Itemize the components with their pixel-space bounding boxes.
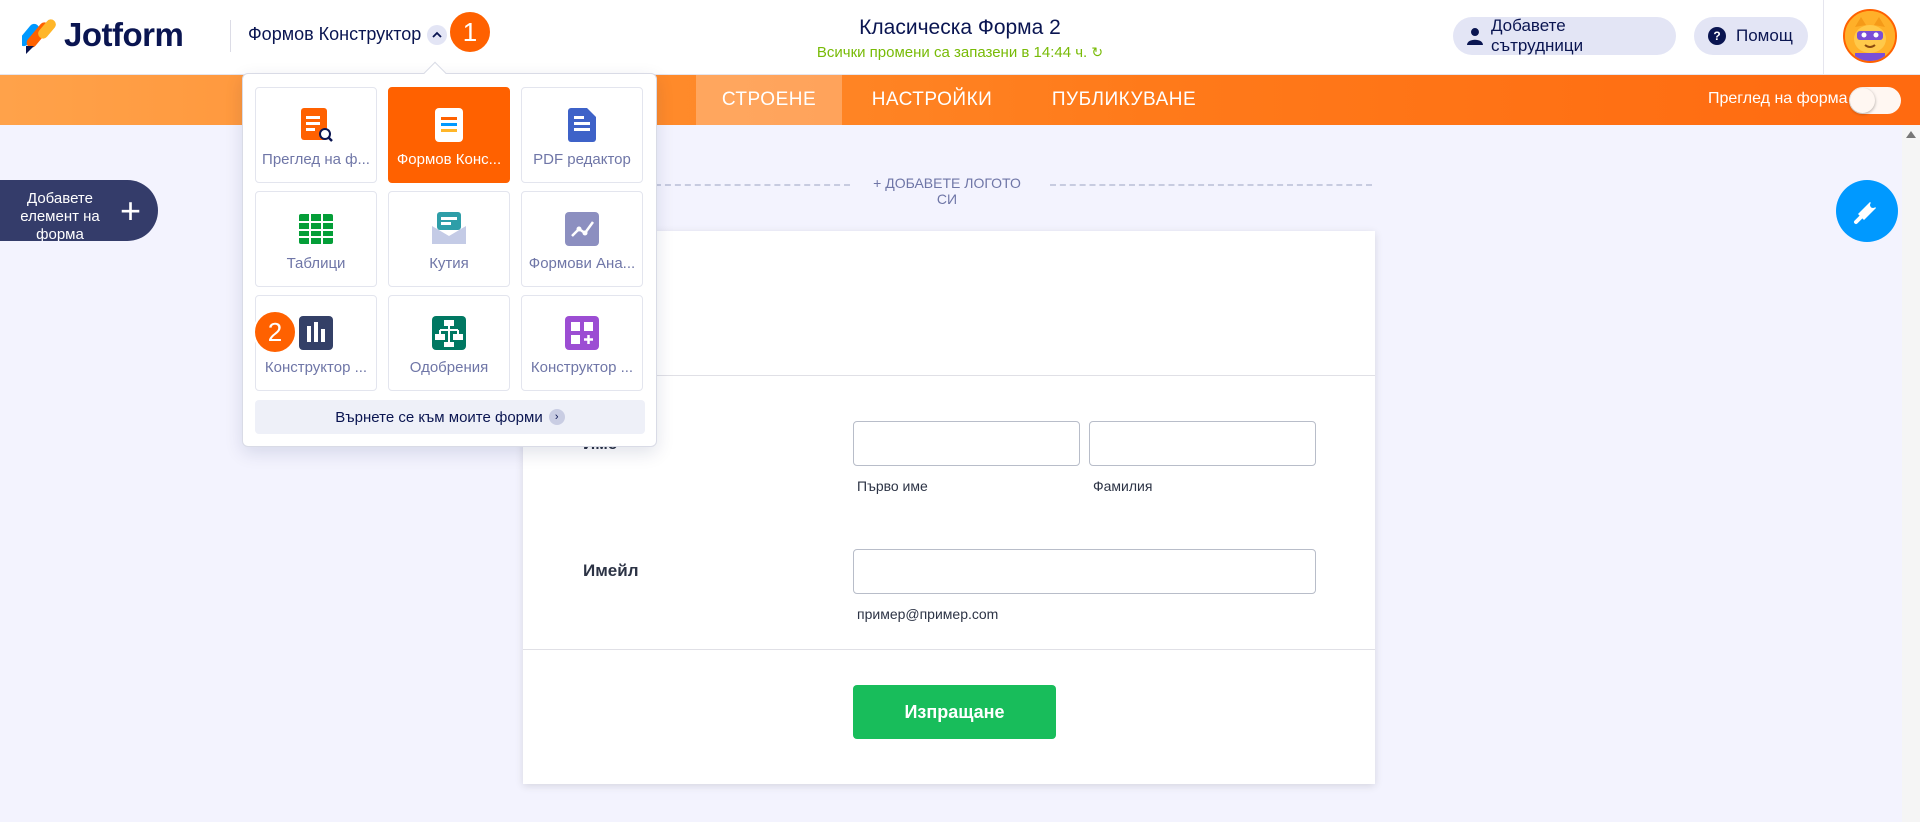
tile-form-builder[interactable]: Формов Конс... <box>388 87 510 183</box>
preview-form-toggle[interactable] <box>1849 87 1901 114</box>
plus-icon: + <box>120 189 142 231</box>
scroll-up-icon[interactable] <box>1906 131 1916 138</box>
tile-label: Конструктор ... <box>530 359 634 376</box>
builder-switcher-button[interactable]: Формов Конструктор <box>248 24 448 45</box>
user-icon <box>1467 28 1483 45</box>
first-name-sublabel: Първо име <box>857 478 928 494</box>
cat-avatar-icon <box>1845 11 1895 61</box>
header-divider <box>230 20 231 52</box>
tab-build[interactable]: СТРОЕНЕ <box>696 75 842 125</box>
tile-label: PDF редактор <box>533 151 631 168</box>
last-name-sublabel: Фамилия <box>1093 478 1153 494</box>
form-builder-icon <box>432 108 466 142</box>
email-input[interactable] <box>853 549 1316 594</box>
email-sublabel: пример@пример.com <box>857 606 999 622</box>
tile-label: Таблици <box>286 255 346 272</box>
add-collaborators-label: Добавете сътрудници <box>1490 16 1584 55</box>
inbox-icon <box>432 212 466 246</box>
app-builder-icon <box>565 316 599 350</box>
form-title-area: Класическа Форма 2 Всички промени са зап… <box>760 16 1160 61</box>
email-label: Имейл <box>583 561 639 580</box>
analytics-icon <box>565 212 599 246</box>
tab-publish[interactable]: ПУБЛИКУВАНЕ <box>1040 75 1208 125</box>
add-form-element-label: Добавете елемент на форма <box>20 189 100 242</box>
form-title[interactable]: Класическа Форма 2 <box>760 16 1160 40</box>
last-name-input[interactable] <box>1089 421 1316 466</box>
builder-switcher-label: Формов Конструктор <box>248 24 422 44</box>
tile-label: Конструктор ... <box>264 359 368 376</box>
add-logo-button[interactable]: + ДОБАВЕТЕ ЛОГОТО СИ <box>862 175 1032 207</box>
back-to-my-forms-label: Върнете се към моите форми <box>335 408 543 426</box>
preview-form-label: Преглед на форма <box>1708 90 1848 107</box>
tab-settings[interactable]: НАСТРОЙКИ <box>856 75 1008 125</box>
approvals-icon <box>432 316 466 350</box>
tile-tables[interactable]: Таблици <box>255 191 377 287</box>
save-status: Всички промени са запазени в 14:44 ч. ↻ <box>760 44 1160 61</box>
tile-label: Одобрения <box>409 359 489 376</box>
jotform-logo[interactable]: Jotform <box>22 16 184 54</box>
add-collaborators-button[interactable]: Добавете сътрудници <box>1453 16 1676 55</box>
paint-roller-icon <box>1854 202 1876 224</box>
help-icon: ? <box>1708 27 1726 45</box>
tile-approvals[interactable]: Одобрения <box>388 295 510 391</box>
tables-icon <box>299 212 333 246</box>
tile-label: Кутия <box>429 255 469 272</box>
toggle-knob <box>1850 88 1875 113</box>
pdf-editor-icon <box>565 108 599 142</box>
add-form-element-button[interactable]: Добавете елемент на форма + <box>0 180 158 241</box>
logo-dashed-line-right <box>1050 184 1372 186</box>
refresh-icon: ↻ <box>1091 44 1104 60</box>
tile-form-preview[interactable]: Преглед на ф... <box>255 87 377 183</box>
save-status-text: Всички промени са запазени в 14:44 ч. <box>816 44 1088 61</box>
form-designer-button[interactable] <box>1836 180 1898 242</box>
tile-label: Формови Ана... <box>528 255 636 272</box>
tile-pdf-editor[interactable]: PDF редактор <box>521 87 643 183</box>
back-to-my-forms-button[interactable]: Върнете се към моите форми › <box>255 400 645 434</box>
submit-divider <box>523 649 1375 650</box>
logo-dashed-line-left <box>655 184 850 186</box>
chevron-up-icon <box>427 24 448 45</box>
help-button[interactable]: ? Помощ <box>1694 17 1808 55</box>
avatar[interactable] <box>1843 9 1897 63</box>
builder-switcher-dropdown: Преглед на ф... Формов Конс... PDF редак… <box>242 61 657 447</box>
tile-label: Преглед на ф... <box>262 151 370 168</box>
chevron-right-icon: › <box>548 409 565 425</box>
report-builder-icon <box>299 316 333 350</box>
form-preview-icon <box>299 108 333 142</box>
page-scrollbar[interactable] <box>1902 125 1920 822</box>
header-divider-right <box>1823 0 1824 75</box>
logo-text: Jotform <box>64 16 184 53</box>
tile-form-analytics[interactable]: Формови Ана... <box>521 191 643 287</box>
tile-inbox[interactable]: Кутия <box>388 191 510 287</box>
submit-button[interactable]: Изпращане <box>853 685 1056 739</box>
tile-label: Формов Конс... <box>396 151 502 168</box>
top-header: Jotform Формов Конструктор 1 Класическа … <box>0 0 1920 75</box>
jotform-logo-icon <box>22 19 56 54</box>
first-name-input[interactable] <box>853 421 1080 466</box>
help-label: Помощ <box>1736 26 1793 45</box>
step-badge-1: 1 <box>448 10 492 54</box>
tile-app-builder[interactable]: Конструктор ... <box>521 295 643 391</box>
step-badge-2: 2 <box>253 310 297 354</box>
